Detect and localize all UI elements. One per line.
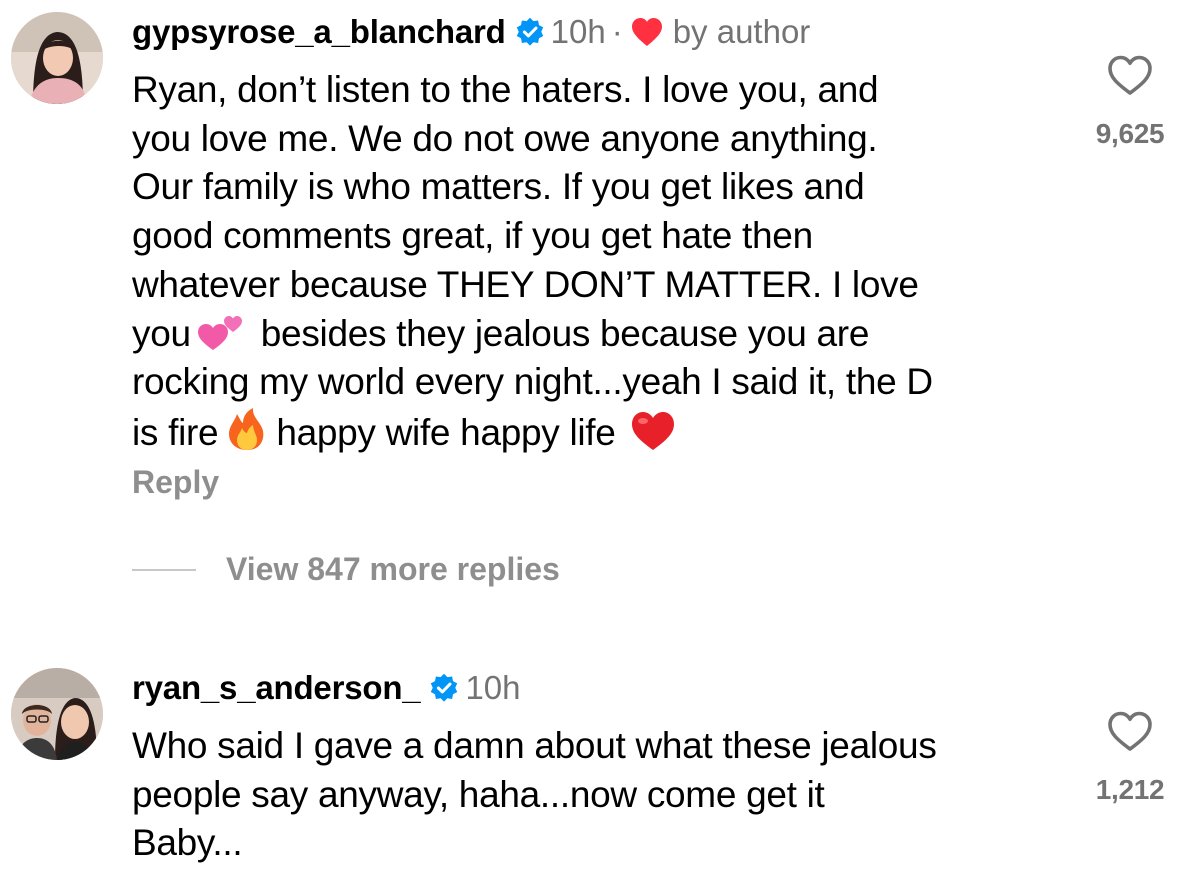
profile-photo-icon [11, 668, 103, 760]
view-replies-button[interactable]: View 847 more replies [132, 551, 560, 588]
profile-photo-icon [11, 12, 103, 104]
divider-line [132, 568, 196, 571]
verified-badge-icon [515, 17, 545, 47]
comment-text: Ryan, don’t listen to the haters. I love… [132, 66, 1092, 458]
comment-header: gypsyrose_a_blanchard 10h · by author [132, 12, 810, 52]
comment-text: Who said I gave a damn about what these … [132, 722, 1092, 868]
heart-outline-icon [1108, 55, 1152, 95]
comment-line: you love me. We do not owe anyone anythi… [132, 117, 878, 159]
comment-fragment: is fire [132, 411, 219, 453]
comment-header: ryan_s_anderson_ 10h [132, 668, 521, 708]
red-heart-icon [631, 17, 663, 47]
view-replies-label: View 847 more replies [226, 551, 560, 587]
verified-badge-icon [429, 673, 459, 703]
liked-by-author-label: by author [672, 13, 811, 50]
comment-line: good comments great, if you get hate the… [132, 215, 813, 257]
comment-line-with-emoji: is fire happy wife happy life [132, 407, 1092, 458]
comment-line-with-emoji: you besides they jealous because you are [132, 310, 1092, 359]
comment-fragment: you [132, 312, 191, 354]
two-hearts-emoji-icon [195, 312, 257, 352]
like-button[interactable]: 9,625 [1070, 54, 1190, 150]
comment-fragment: happy wife happy life [276, 411, 616, 453]
comment-line: people say anyway, haha...now come get i… [132, 773, 825, 815]
comment-line: Baby... [132, 822, 243, 864]
comment-line: Ryan, don’t listen to the haters. I love… [132, 69, 879, 110]
like-button[interactable]: 1,212 [1070, 710, 1190, 806]
heart-outline-icon [1108, 711, 1152, 751]
like-count: 1,212 [1095, 774, 1165, 805]
reply-button[interactable]: Reply [132, 462, 219, 502]
comment-line: Our family is who matters. If you get li… [132, 166, 865, 208]
separator-dot: · [611, 13, 623, 50]
comment-line: rocking my world every night...yeah I sa… [132, 361, 933, 403]
avatar[interactable] [11, 12, 103, 104]
comment-line: whatever because THEY DON’T MATTER. I lo… [132, 263, 919, 305]
timestamp: 10h [550, 13, 606, 50]
comment-fragment: besides they jealous because you are [260, 312, 870, 354]
avatar[interactable] [11, 668, 103, 760]
timestamp: 10h [465, 669, 521, 706]
username[interactable]: ryan_s_anderson_ [132, 668, 421, 708]
fire-emoji-icon [222, 407, 272, 451]
red-heart-emoji-icon [630, 409, 676, 451]
comment-line: Who said I gave a damn about what these … [132, 725, 937, 766]
like-count: 9,625 [1095, 118, 1165, 149]
username[interactable]: gypsyrose_a_blanchard [132, 12, 506, 52]
